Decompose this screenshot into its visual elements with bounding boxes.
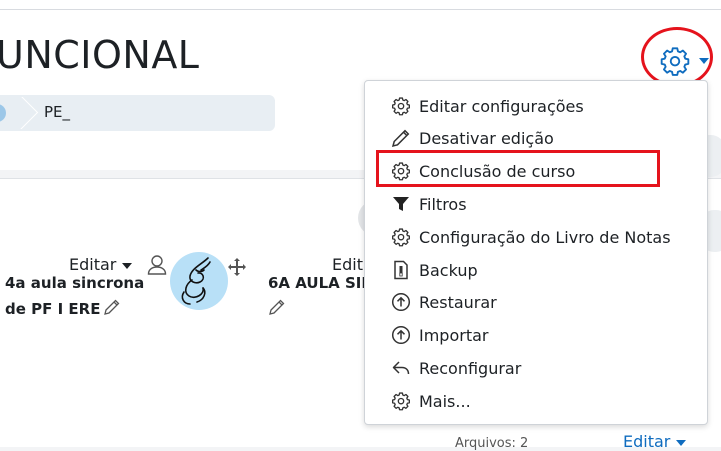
files-count: Arquivos: 2 (455, 436, 529, 451)
gear-icon (392, 392, 410, 411)
card-title[interactable]: 6A AULA SIN (268, 270, 374, 322)
breadcrumb: PE_ (0, 95, 275, 131)
filter-icon (393, 197, 409, 211)
card-title[interactable]: 4a aula sincrona de PF I ERE (5, 270, 144, 322)
user-icon[interactable] (147, 254, 167, 276)
upload-circle-icon (391, 325, 411, 345)
avatar (170, 252, 228, 310)
menu-item-reset[interactable]: Reconfigurar (391, 353, 691, 383)
move-icon[interactable] (228, 258, 246, 276)
menu-item-restore[interactable]: Restaurar (391, 287, 691, 317)
breadcrumb-item-course[interactable]: PE_ (44, 103, 70, 121)
menu-item-gradebook-setup[interactable]: Configuração do Livro de Notas (391, 222, 691, 252)
menu-item-disable-editing[interactable]: Desativar edição (391, 123, 691, 153)
annotation-highlight-box (376, 150, 660, 187)
upload-circle-icon (391, 292, 411, 312)
menu-item-backup[interactable]: Backup (391, 255, 691, 285)
avatar-illustration (181, 257, 211, 305)
menu-item-filters[interactable]: Filtros (391, 189, 691, 219)
chevron-down-icon (122, 262, 133, 269)
chevron-down-icon (676, 439, 687, 446)
reply-icon (392, 361, 410, 375)
course-actions-menu: Editar configurações Desativar edição Co… (364, 80, 708, 425)
gear-icon (392, 228, 410, 247)
gear-icon (392, 97, 410, 116)
page-title: UNCIONAL (0, 33, 200, 77)
pencil-icon[interactable] (268, 298, 286, 316)
backup-file-icon (394, 260, 408, 280)
pencil-icon (391, 129, 410, 148)
edit-dropdown[interactable]: Editar (623, 432, 687, 451)
menu-item-import[interactable]: Importar (391, 320, 691, 350)
top-navbar (0, 0, 721, 10)
menu-item-more[interactable]: Mais... (391, 386, 691, 416)
breadcrumb-home[interactable] (0, 104, 6, 122)
annotation-circle (641, 27, 713, 87)
pencil-icon[interactable] (103, 298, 121, 316)
menu-item-edit-settings[interactable]: Editar configurações (391, 91, 691, 121)
